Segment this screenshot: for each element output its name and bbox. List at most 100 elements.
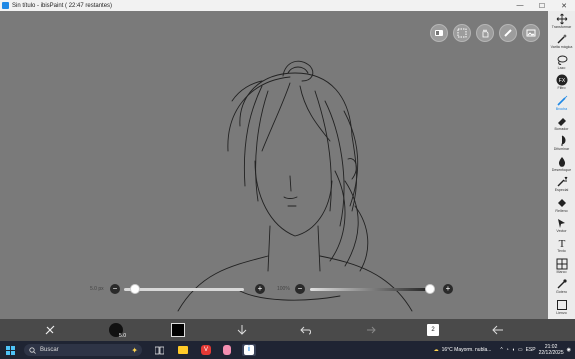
tool-label: Gotero xyxy=(556,290,567,295)
tool-label: Borrador xyxy=(554,127,569,132)
tool-switch-icon[interactable] xyxy=(42,322,58,338)
tool-special[interactable]: Especial xyxy=(548,176,575,196)
blur-icon xyxy=(556,156,568,168)
fill-icon xyxy=(556,197,568,209)
os-taskbar: Buscar ✦ V i ☁ 16°C Mayorm. nubla... ^ ◔… xyxy=(0,341,575,359)
tool-frame[interactable]: Marco xyxy=(548,258,575,278)
tool-smudge[interactable]: Difuminar xyxy=(548,135,575,155)
tool-eraser[interactable]: Borrador xyxy=(548,115,575,135)
vivaldi-browser-icon[interactable]: V xyxy=(201,344,211,356)
tool-vector[interactable]: Vector xyxy=(548,217,575,237)
drawing-canvas[interactable]: 5.0 px − + 100% − + xyxy=(0,11,548,319)
canvas-toolbar xyxy=(430,24,540,42)
tool-brush[interactable]: Brocha xyxy=(548,95,575,115)
color-swatch-button[interactable] xyxy=(170,322,186,338)
undo-icon[interactable] xyxy=(298,322,314,338)
magic-wand-icon xyxy=(556,33,568,45)
tool-eyedropper[interactable]: Gotero xyxy=(548,278,575,298)
bottom-toolbar: 5.0 2 xyxy=(0,319,575,341)
window-title: Sin título - ibisPaint ( 22:47 restantes… xyxy=(12,2,113,9)
clock[interactable]: 21:02 22/12/2025 xyxy=(539,344,564,356)
start-button[interactable] xyxy=(6,344,15,356)
opacity-decrease-button[interactable]: − xyxy=(295,284,305,294)
eyedropper-icon xyxy=(556,278,568,290)
tool-lasso[interactable]: Lazo xyxy=(548,54,575,74)
tool-label: Filtro xyxy=(557,86,566,91)
tool-label: Vector xyxy=(556,229,567,234)
brush-size-value: 5.0 xyxy=(119,333,126,339)
tool-label: Brocha xyxy=(555,106,568,111)
tool-move[interactable]: Transformar xyxy=(548,13,575,33)
size-label: 5.0 px xyxy=(90,286,104,292)
text-icon: T xyxy=(556,237,568,249)
eraser-icon xyxy=(556,115,568,127)
vector-icon xyxy=(556,217,568,229)
app-icon xyxy=(2,2,9,9)
hand-icon[interactable] xyxy=(476,24,494,42)
size-slider-track[interactable] xyxy=(124,288,244,291)
tool-label: Desenfoque xyxy=(551,167,572,172)
taskbar-search[interactable]: Buscar ✦ xyxy=(24,344,142,356)
tool-label: Difuminar xyxy=(553,147,570,152)
download-icon[interactable] xyxy=(234,322,250,338)
copilot-sparkle-icon: ✦ xyxy=(131,345,138,355)
system-tray: ☁ 16°C Mayorm. nubla... ^ ◔ ◖ ▭ ESP 21:0… xyxy=(434,343,571,357)
size-slider-knob[interactable] xyxy=(130,284,140,294)
close-button[interactable]: ✕ xyxy=(553,0,575,11)
character-app-icon[interactable] xyxy=(223,344,231,356)
notification-bell-icon[interactable]: ◉ xyxy=(567,347,571,353)
layer-count: 2 xyxy=(427,324,439,336)
window-controls: — ☐ ✕ xyxy=(509,0,575,11)
layers-toggle-icon[interactable] xyxy=(430,24,448,42)
brush-sliders: 5.0 px − + 100% − + xyxy=(90,282,460,296)
battery-icon[interactable]: ▭ xyxy=(518,347,523,353)
gallery-icon[interactable] xyxy=(522,24,540,42)
svg-text:FX: FX xyxy=(558,78,565,84)
frame-icon xyxy=(556,258,568,270)
selection-icon[interactable] xyxy=(453,24,471,42)
tool-label: Texto xyxy=(557,249,566,254)
search-icon xyxy=(29,346,36,354)
file-explorer-icon[interactable] xyxy=(178,344,188,356)
weather-icon: ☁ xyxy=(433,347,439,353)
wifi-icon[interactable]: ◔ xyxy=(506,347,509,353)
tray-chevron-icon[interactable]: ^ xyxy=(500,347,502,353)
lasso-icon xyxy=(556,54,568,66)
fx-icon: FX xyxy=(556,74,568,86)
tool-label: Varita mágica xyxy=(550,45,573,50)
size-decrease-button[interactable]: − xyxy=(110,284,120,294)
maximize-button[interactable]: ☐ xyxy=(531,0,553,11)
window-titlebar: Sin título - ibisPaint ( 22:47 restantes… xyxy=(0,0,575,11)
tool-blur[interactable]: Desenfoque xyxy=(548,156,575,176)
smudge-icon xyxy=(556,135,568,147)
search-placeholder: Buscar xyxy=(40,347,59,353)
language-indicator[interactable]: ESP xyxy=(526,347,536,353)
opacity-label: 100% xyxy=(277,286,290,292)
task-view-icon[interactable] xyxy=(155,344,164,356)
svg-text:T: T xyxy=(558,238,565,249)
tool-fill[interactable]: Relleno xyxy=(548,197,575,217)
minimize-button[interactable]: — xyxy=(509,0,531,11)
volume-icon[interactable]: ◖ xyxy=(512,347,515,353)
opacity-slider-knob[interactable] xyxy=(425,284,435,294)
weather-text[interactable]: 16°C Mayorm. nubla... xyxy=(442,347,492,353)
ruler-icon[interactable] xyxy=(499,24,517,42)
tool-label: Lazo xyxy=(557,65,566,70)
size-increase-button[interactable]: + xyxy=(255,284,265,294)
special-icon xyxy=(556,176,568,188)
tool-label: Especial xyxy=(554,188,569,193)
back-arrow-icon[interactable] xyxy=(490,322,506,338)
tool-canvas[interactable]: Lienzo xyxy=(548,299,575,319)
tool-magic-wand[interactable]: Varita mágica xyxy=(548,33,575,53)
tool-text[interactable]: T Texto xyxy=(548,237,575,257)
redo-icon[interactable] xyxy=(362,322,378,338)
layers-button[interactable]: 2 xyxy=(425,322,441,338)
opacity-increase-button[interactable]: + xyxy=(443,284,453,294)
opacity-slider-track[interactable] xyxy=(310,288,430,291)
canvas-icon xyxy=(556,299,568,311)
tool-sidebar: Transformar Varita mágica Lazo FX Filtro Broc… xyxy=(548,11,575,319)
ibispaint-taskbar-icon[interactable]: i xyxy=(242,344,256,356)
tool-fx[interactable]: FX Filtro xyxy=(548,74,575,94)
move-icon xyxy=(556,13,568,25)
brush-preview-button[interactable]: 5.0 xyxy=(107,322,126,339)
